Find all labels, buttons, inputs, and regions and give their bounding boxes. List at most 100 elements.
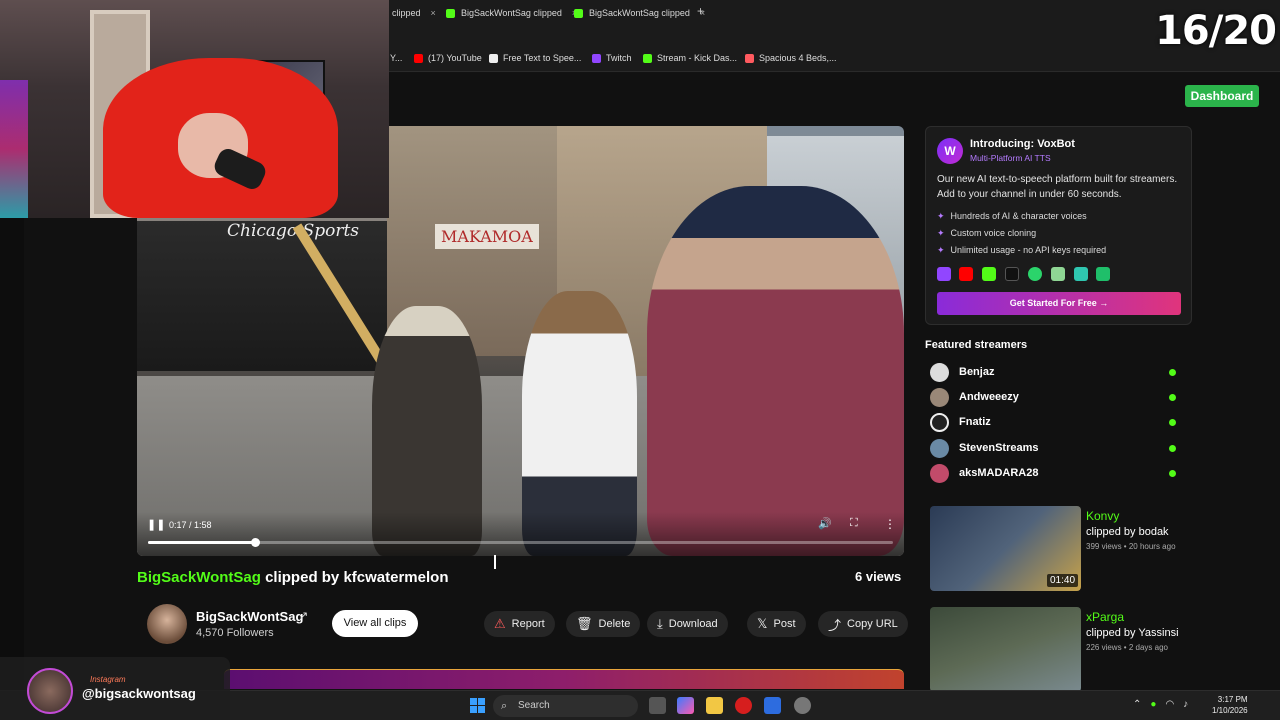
- tab-label: BigSackWontSag clipped: [589, 8, 690, 18]
- more-icon[interactable]: ⋮: [884, 517, 896, 531]
- voxbot-feature: ✦ Custom voice cloning: [937, 228, 1036, 239]
- bookmark-kick[interactable]: Stream - Kick Das...: [643, 53, 737, 63]
- related-clip-card[interactable]: 01:40 Konvy clipped by bodak 399 views •…: [930, 506, 1185, 591]
- video-progress-track[interactable]: [148, 538, 893, 547]
- related-clip-card[interactable]: xParga clipped by Yassinsi 226 views • 2…: [930, 607, 1185, 692]
- report-label: Report: [511, 618, 545, 630]
- avatar: [930, 439, 949, 458]
- bookmark-youtube[interactable]: (17) YouTube: [414, 53, 482, 63]
- feature-label: Unlimited usage - no API keys required: [950, 245, 1107, 255]
- app-icon[interactable]: [794, 697, 811, 714]
- voxbot-feature: ✦ Unlimited usage - no API keys required: [937, 245, 1106, 256]
- taskbar-clock[interactable]: 3:17 PM 1/10/2026: [1212, 694, 1248, 716]
- mouse-cursor: [494, 555, 502, 569]
- channel-name[interactable]: BigSackWontSag: [196, 609, 303, 624]
- download-button[interactable]: ⤓ Download: [647, 611, 728, 637]
- live-dot: [1169, 369, 1176, 376]
- voxbot-description: Our new AI text-to-speech platform built…: [937, 174, 1178, 200]
- post-button[interactable]: 𝕏 Post: [747, 611, 806, 637]
- browser-tab[interactable]: BigSackWontSag clipped×: [574, 4, 705, 22]
- tab-label: BigSackWontSag clipped: [461, 8, 562, 18]
- sparkle-icon: ✦: [937, 211, 945, 221]
- trash-icon: 🗑: [576, 616, 593, 631]
- kick-icon: [574, 8, 583, 18]
- microphone-icon[interactable]: ●: [1150, 699, 1156, 710]
- store-icon[interactable]: [764, 697, 781, 714]
- live-dot: [1169, 445, 1176, 452]
- instagram-label: Instagram: [90, 675, 126, 684]
- browser-tab[interactable]: clipped ×: [392, 4, 436, 22]
- wifi-icon[interactable]: ◠: [1165, 699, 1174, 710]
- video-time: 0:17 / 1:58: [169, 520, 212, 530]
- browser-tab[interactable]: BigSackWontSag clipped×: [446, 4, 577, 22]
- new-tab-button[interactable]: +: [697, 4, 704, 18]
- document-icon: [489, 53, 498, 63]
- bookmark-label: Twitch: [606, 53, 632, 63]
- dashboard-button[interactable]: Dashboard: [1185, 85, 1259, 107]
- volume-icon[interactable]: ♪: [1183, 699, 1188, 710]
- clock-date: 1/10/2026: [1212, 706, 1248, 715]
- chevron-up-icon[interactable]: ⌃: [1133, 699, 1141, 710]
- bookmark-label: Spacious 4 Beds,...: [759, 53, 837, 63]
- fullscreen-icon[interactable]: ⛶: [850, 517, 858, 530]
- webcam-rgb-light: [0, 80, 28, 218]
- search-icon: ⌕: [501, 700, 508, 712]
- bookmark[interactable]: Y...: [390, 53, 402, 63]
- video-sign-text: Chicago Sports: [227, 221, 360, 241]
- clip-title[interactable]: Konvy: [1086, 509, 1119, 523]
- clip-channel-link[interactable]: BigSackWontSag: [137, 569, 261, 586]
- x-logo-icon: 𝕏: [757, 616, 768, 631]
- get-started-button[interactable]: Get Started For Free →: [937, 292, 1181, 315]
- bookmark-airbnb[interactable]: Spacious 4 Beds,...: [745, 53, 837, 63]
- clock-time: 3:17 PM: [1217, 695, 1248, 704]
- copilot-icon[interactable]: [677, 697, 694, 714]
- clip-title[interactable]: xParga: [1086, 610, 1124, 624]
- streamer-item[interactable]: aksMADARA28: [930, 463, 1180, 483]
- pause-icon[interactable]: ❚❚: [147, 518, 165, 531]
- video-frame-person: [647, 186, 904, 556]
- system-tray: ⌃ ● ◠ ♪: [1133, 699, 1188, 710]
- taskbar-search[interactable]: ⌕ Search: [493, 695, 638, 717]
- clip-clipped-by: clipped by kfcwatermelon: [265, 569, 449, 586]
- bookmark-tts[interactable]: Free Text to Spee...: [489, 53, 581, 63]
- streamer-item[interactable]: Andweeezy: [930, 387, 1180, 407]
- tab-label: clipped: [392, 8, 421, 18]
- report-button[interactable]: ⚠ Report: [484, 611, 555, 637]
- download-label: Download: [668, 618, 718, 630]
- copy-url-label: Copy URL: [847, 618, 898, 630]
- bookmark-label: Stream - Kick Das...: [657, 53, 738, 63]
- streamer-item[interactable]: Fnatiz: [930, 412, 1180, 432]
- streamer-item[interactable]: Benjaz: [930, 362, 1180, 382]
- task-view-icon[interactable]: [649, 697, 666, 714]
- windows-start-icon[interactable]: [470, 698, 485, 713]
- tiktok-icon: [1005, 267, 1019, 281]
- streamer-item[interactable]: StevenStreams: [930, 438, 1180, 458]
- clip-author: clipped by Yassinsi: [1086, 627, 1179, 639]
- kick-icon: [982, 267, 996, 281]
- search-label: Search: [518, 700, 550, 711]
- clip-meta: 399 views • 20 hours ago: [1086, 542, 1176, 551]
- voxbot-subtitle: Multi-Platform AI TTS: [970, 153, 1051, 163]
- bookmark-label: (17) YouTube: [428, 53, 482, 63]
- delete-button[interactable]: 🗑 Delete: [566, 611, 641, 637]
- promo-banner[interactable]: [224, 669, 904, 689]
- volume-icon[interactable]: 🔊: [818, 517, 832, 530]
- clip-title: BigSackWontSag clipped by kfcwatermelon: [137, 569, 448, 586]
- clip-thumbnail[interactable]: [930, 607, 1081, 692]
- channel-avatar[interactable]: [147, 604, 187, 644]
- webcam-overlay: [0, 0, 389, 218]
- dlive-icon: [1074, 267, 1088, 281]
- channel-followers: 4,570 Followers: [196, 627, 274, 639]
- trovo-icon: [1051, 267, 1065, 281]
- external-link-icon[interactable]: ↗: [299, 609, 308, 622]
- bookmark-twitch[interactable]: Twitch: [592, 53, 632, 63]
- view-all-clips-button[interactable]: View all clips: [332, 610, 418, 637]
- opera-icon[interactable]: [735, 697, 752, 714]
- copy-url-button[interactable]: ⤴ Copy URL: [818, 611, 908, 637]
- puzzle-icon: [1096, 267, 1110, 281]
- file-explorer-icon[interactable]: [706, 697, 723, 714]
- download-icon: ⤓: [657, 616, 663, 631]
- post-label: Post: [773, 618, 796, 630]
- voxbot-feature: ✦ Hundreds of AI & character voices: [937, 211, 1087, 222]
- close-icon[interactable]: ×: [431, 8, 436, 18]
